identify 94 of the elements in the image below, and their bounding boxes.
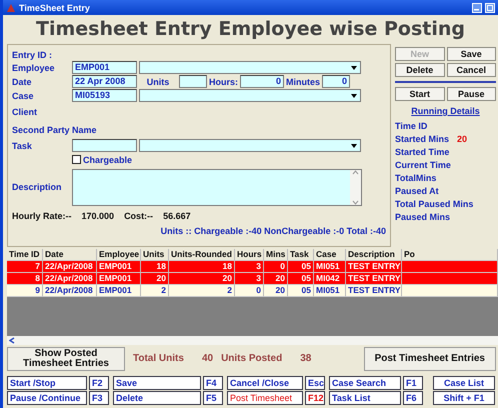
total-units-value: 40 — [202, 353, 214, 364]
table-cell: TEST ENTRY — [346, 285, 402, 297]
shortcut-key: F12 — [305, 391, 325, 405]
table-cell: 9 — [7, 285, 43, 297]
shortcut-label[interactable]: Task List — [329, 391, 401, 405]
minutes-field[interactable]: 0 — [322, 75, 350, 88]
case-dropdown[interactable] — [139, 89, 361, 102]
shortcut-label[interactable]: Save — [113, 376, 201, 390]
detail-label: Current Time — [395, 160, 451, 170]
employee-code-field[interactable]: EMP001 — [72, 61, 137, 74]
shortcut-key: Shift + F1 — [433, 391, 495, 405]
table-cell: 22/Apr/2008 — [43, 285, 97, 297]
action-button[interactable]: Delete — [395, 63, 444, 77]
employee-name-dropdown[interactable] — [139, 61, 361, 74]
units-field[interactable] — [179, 75, 207, 88]
date-field[interactable]: 22 Apr 2008 — [72, 75, 137, 88]
table-cell: 20 — [264, 285, 288, 297]
detail-label: Paused At — [395, 186, 439, 196]
detail-label: Started Time — [395, 146, 450, 156]
shortcut-key: Esc — [305, 376, 325, 390]
second-party-label: Second Party Name — [12, 124, 97, 134]
dropdown-arrow-icon[interactable] — [351, 94, 357, 98]
minutes-label: Minutes — [286, 76, 320, 86]
shortcut-key: F6 — [403, 391, 423, 405]
employee-label: Employee — [12, 62, 56, 72]
hourly-rate-value: 170.000 — [82, 211, 114, 221]
client-label: Client — [12, 106, 38, 116]
show-posted-button[interactable]: Show Posted Timesheet Entries — [7, 346, 125, 370]
chargeable-label: Chargeable — [83, 154, 132, 164]
timer-button[interactable]: Start — [395, 87, 444, 101]
running-details-link[interactable]: Running Details — [395, 106, 496, 116]
description-label: Description — [12, 182, 63, 192]
shortcut-key: F3 — [89, 391, 109, 405]
table-cell: EMP001 — [97, 285, 141, 297]
scroll-up-icon[interactable] — [352, 170, 359, 174]
hours-field[interactable]: 0 — [240, 75, 284, 88]
cost-label: Cost:-- — [124, 211, 154, 221]
shortcut-key: F5 — [203, 391, 223, 405]
page-heading: Timesheet Entry Employee wise Posting — [34, 17, 466, 42]
shortcut-key: F4 — [203, 376, 223, 390]
table-cell: 0 — [235, 285, 264, 297]
scroll-left-icon[interactable] — [9, 337, 15, 344]
shortcut-label[interactable]: Delete — [113, 391, 201, 405]
hours-label: Hours: — [209, 76, 238, 86]
detail-label: Total Paused Mins — [395, 198, 474, 208]
task-dropdown[interactable] — [139, 139, 361, 152]
app-icon — [6, 2, 16, 12]
shortcut-key: F1 — [403, 376, 423, 390]
shortcut-label[interactable]: Cancel /Close — [227, 376, 303, 390]
dropdown-arrow-icon[interactable] — [351, 144, 357, 148]
case-list-shortcut[interactable]: Case List — [433, 376, 495, 390]
detail-value: 20 — [457, 134, 468, 144]
shortcut-key: F2 — [89, 376, 109, 390]
total-units-label: Total Units — [133, 353, 184, 364]
table-row[interactable]: 9 22/Apr/2008 EMP001 2 2 0 20 05 MI051 TEST ENTRY — [7, 285, 498, 297]
detail-label: TotalMins — [395, 172, 436, 182]
detail-label: Time ID — [395, 120, 428, 130]
units-posted-value: 38 — [300, 353, 312, 364]
table-cell: MI051 — [314, 285, 346, 297]
detail-label: Started Mins — [395, 134, 450, 144]
minimize-icon[interactable] — [472, 2, 482, 12]
scroll-down-icon[interactable] — [352, 200, 359, 204]
entry-id-label: Entry ID : — [12, 50, 52, 60]
detail-label: Paused Mins — [395, 212, 450, 222]
action-button[interactable]: Save — [446, 47, 496, 61]
units-label: Units — [146, 76, 170, 86]
window-title: TimeSheet Entry — [19, 2, 90, 12]
dropdown-arrow-icon[interactable] — [351, 66, 357, 70]
units-posted-label: Units Posted — [221, 353, 282, 364]
table-row[interactable]: 8 22/Apr/2008 EMP001 20 20 3 20 05 MI042 TEST ENTRY — [7, 273, 498, 285]
scrollbar[interactable] — [350, 170, 361, 204]
timer-button[interactable]: Pause — [446, 87, 496, 101]
units-summary: Units :: Chargeable :-40 NonChargeable :-0 Total :-40 — [160, 226, 386, 236]
date-label: Date — [12, 76, 33, 86]
cost-value: 56.667 — [163, 211, 191, 221]
shortcut-label[interactable]: Start /Stop — [7, 376, 87, 390]
hourly-rate-label: Hourly Rate:-- — [12, 211, 72, 221]
description-field[interactable] — [72, 168, 362, 206]
chargeable-checkbox[interactable] — [72, 155, 81, 164]
table-row[interactable]: 7 22/Apr/2008 EMP001 18 18 3 0 05 MI051 TEST ENTRY — [7, 261, 498, 273]
horizontal-scrollbar[interactable] — [7, 336, 498, 345]
shortcut-label[interactable]: Pause /Continue — [7, 391, 87, 405]
shortcut-label[interactable]: Case Search — [329, 376, 401, 390]
case-code-field[interactable]: MI05193 — [72, 89, 137, 102]
table-cell: 2 — [141, 285, 169, 297]
task-code-field[interactable] — [72, 139, 137, 152]
table-cell: 05 — [288, 285, 314, 297]
maximize-icon[interactable] — [485, 2, 495, 12]
shortcut-label[interactable]: Post Timesheet — [227, 391, 303, 405]
action-button[interactable]: Cancel — [446, 63, 496, 77]
post-entries-button[interactable]: Post Timesheet Entries — [364, 346, 496, 370]
case-label: Case — [12, 90, 35, 100]
table-cell: 2 — [169, 285, 235, 297]
task-label: Task — [12, 140, 33, 150]
